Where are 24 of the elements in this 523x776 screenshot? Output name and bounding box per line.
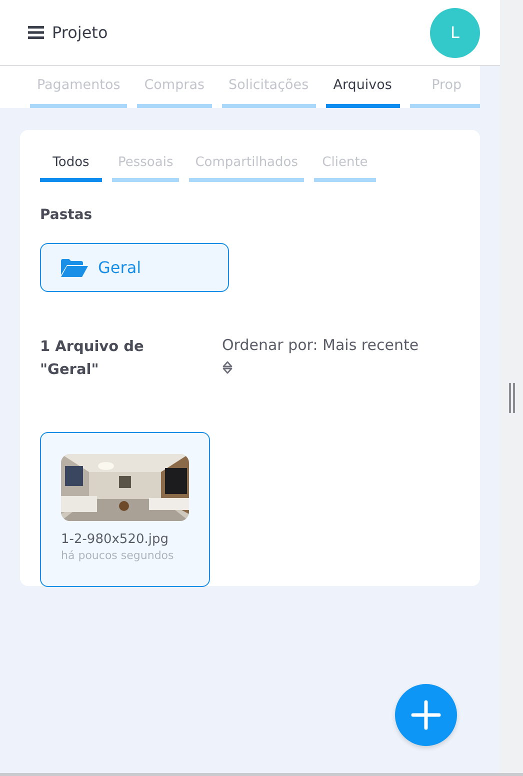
tab[interactable]: Prop	[410, 66, 480, 108]
tab[interactable]: Arquivos	[326, 66, 400, 108]
tab[interactable]: Pagamentos	[30, 66, 128, 108]
tab[interactable]: Cliente	[314, 146, 376, 182]
sort-label[interactable]: Ordenar por: Mais recente	[222, 336, 419, 354]
tab[interactable]: Todos	[40, 146, 102, 182]
tab[interactable]: Solicitações	[222, 66, 316, 108]
user-avatar[interactable]: L	[430, 8, 480, 58]
section-heading: Pastas	[40, 207, 94, 223]
plus-icon	[411, 700, 441, 730]
page-title: Projeto	[52, 23, 108, 42]
add-button[interactable]	[395, 684, 457, 746]
file-card[interactable]: 1-2-980x520.jpg há poucos segundos	[40, 432, 210, 587]
menu-icon[interactable]	[28, 26, 44, 39]
tab[interactable]: Pessoais	[112, 146, 180, 182]
folder-button[interactable]: Geral	[40, 243, 229, 292]
tab[interactable]: Compras	[137, 66, 212, 108]
tab[interactable]: Compartilhados	[189, 146, 304, 182]
file-count: 1 Arquivo de "Geral"	[40, 338, 145, 380]
sort-icon[interactable]	[222, 360, 233, 375]
file-time: há poucos segundos	[61, 549, 175, 562]
resize-handle-icon[interactable]	[508, 383, 514, 413]
folder-icon	[61, 258, 88, 276]
file-name: 1-2-980x520.jpg	[61, 532, 170, 547]
